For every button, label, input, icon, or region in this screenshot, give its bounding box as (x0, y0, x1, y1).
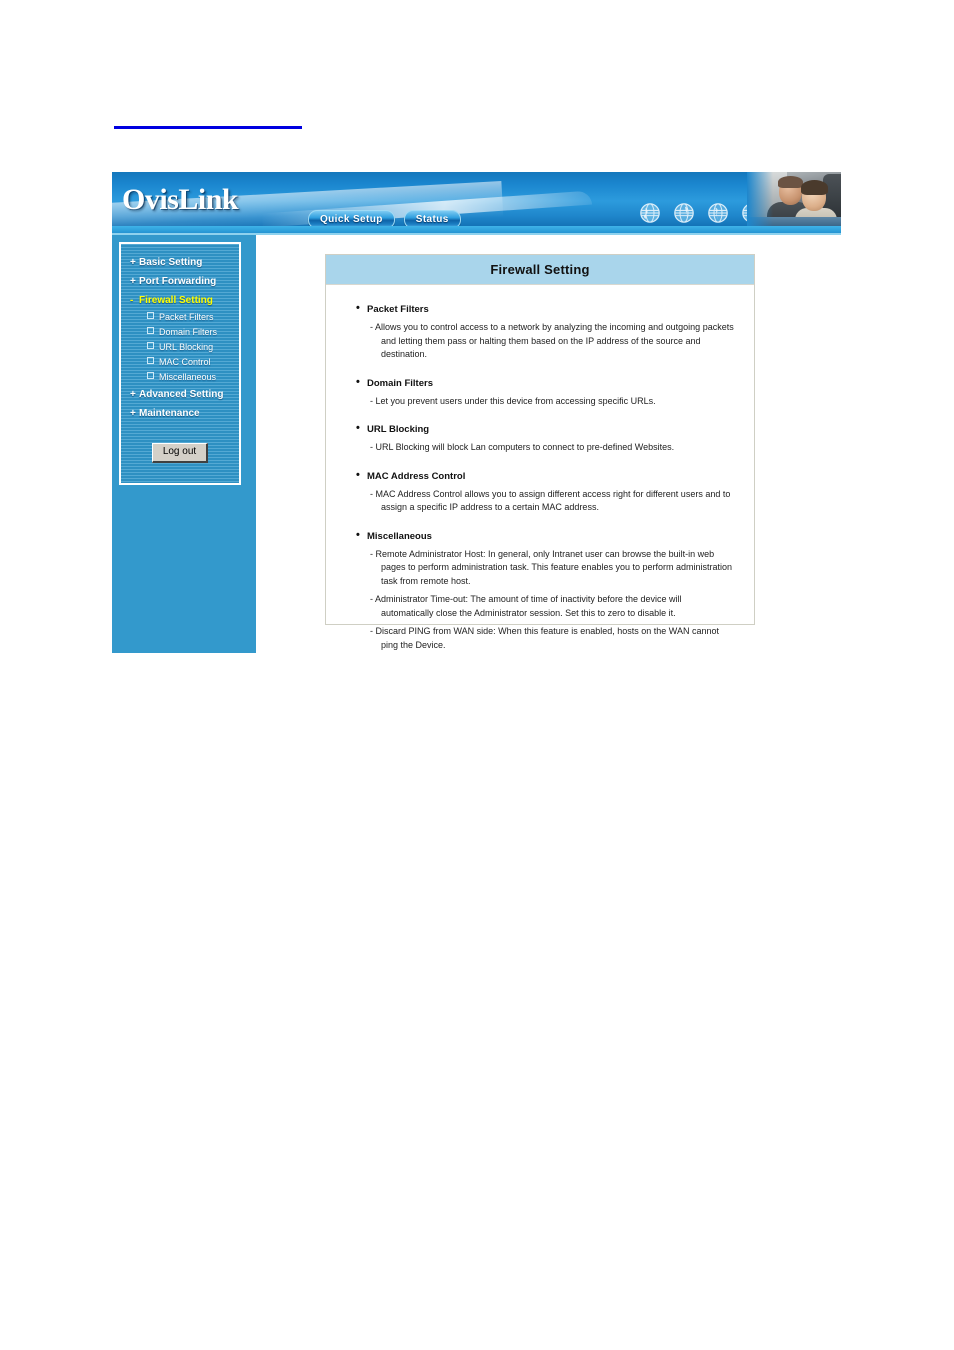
brand-logo: OvisLink (122, 183, 239, 216)
sidebar-subitem-mac-control[interactable]: MAC Control (121, 355, 239, 370)
app-header: OvisLink Quick Setup Status (112, 172, 841, 235)
section-domain-filters: Domain Filters - Let you prevent users u… (356, 376, 738, 409)
section-line: - MAC Address Control allows you to assi… (370, 488, 731, 513)
photo-boy-hair (801, 180, 828, 195)
logout-button-wrap: Log out (121, 441, 239, 463)
photo-edge-fade (747, 172, 773, 230)
section-line: - Let you prevent users under this devic… (370, 395, 656, 406)
expand-plus-icon: + (130, 408, 136, 419)
router-admin-screenshot: OvisLink Quick Setup Status + Basic Sett… (112, 172, 841, 653)
section-mac-address-control: MAC Address Control - MAC Address Contro… (356, 469, 738, 515)
sidebar-subitem-label: Packet Filters (159, 312, 214, 322)
section-miscellaneous: Miscellaneous - Remote Administrator Hos… (356, 529, 738, 653)
square-bullet-icon (147, 357, 154, 364)
sidebar-item-advanced-setting[interactable]: + Advanced Setting (121, 385, 239, 404)
sidebar-item-label: Advanced Setting (139, 389, 224, 400)
photo-man-hair (778, 176, 803, 188)
globe-icon (708, 203, 728, 223)
sidebar-item-label: Maintenance (139, 408, 200, 419)
logout-button[interactable]: Log out (151, 443, 209, 463)
sidebar-subitem-label: Miscellaneous (159, 372, 217, 382)
section-heading: Miscellaneous (356, 529, 738, 543)
section-heading: Domain Filters (356, 376, 738, 390)
section-packet-filters: Packet Filters - Allows you to control a… (356, 302, 738, 362)
square-bullet-icon (147, 312, 154, 319)
expand-plus-icon: + (130, 276, 136, 287)
sidebar-nav-box: + Basic Setting + Port Forwarding - Firewal… (119, 242, 241, 485)
sidebar-subitem-miscellaneous[interactable]: Miscellaneous (121, 370, 239, 385)
content-panel: Firewall Setting Packet Filters - Allows… (325, 254, 755, 650)
sidebar-subitem-label: MAC Control (159, 357, 211, 367)
globe-icon (640, 203, 660, 223)
section-line: - Discard PING from WAN side: When this … (370, 626, 719, 650)
header-globe-icons (639, 202, 763, 224)
globe-icon (674, 203, 694, 223)
section-line: - Remote Administrator Host: In general,… (370, 548, 733, 586)
sidebar-item-port-forwarding[interactable]: + Port Forwarding (121, 272, 239, 291)
section-heading: URL Blocking (356, 422, 738, 436)
expand-plus-icon: + (130, 389, 136, 400)
section-heading: MAC Address Control (356, 469, 738, 483)
square-bullet-icon (147, 372, 154, 379)
section-heading: Packet Filters (356, 302, 738, 316)
sidebar: + Basic Setting + Port Forwarding - Firewal… (112, 235, 256, 653)
page-title: Firewall Setting (326, 255, 754, 285)
sidebar-item-basic-setting[interactable]: + Basic Setting (121, 253, 239, 272)
sidebar-subitem-domain-filters[interactable]: Domain Filters (121, 325, 239, 340)
expand-plus-icon: + (130, 257, 136, 268)
sidebar-subitem-packet-filters[interactable]: Packet Filters (121, 310, 239, 325)
section-line: - URL Blocking will block Lan computers … (370, 442, 675, 452)
empty-hyperlink-rule[interactable] (114, 126, 302, 129)
sidebar-subitem-label: Domain Filters (159, 327, 218, 337)
sidebar-item-label: Firewall Setting (139, 295, 213, 306)
sidebar-item-label: Basic Setting (139, 257, 203, 268)
panel-body: Packet Filters - Allows you to control a… (326, 285, 754, 662)
collapse-minus-icon: - (130, 295, 134, 306)
header-photo (747, 172, 841, 230)
sidebar-subitem-url-blocking[interactable]: URL Blocking (121, 340, 239, 355)
section-line: - Allows you to control access to a netw… (370, 322, 734, 359)
square-bullet-icon (147, 342, 154, 349)
sidebar-item-firewall-setting[interactable]: - Firewall Setting (121, 291, 239, 310)
sidebar-item-maintenance[interactable]: + Maintenance (121, 404, 239, 423)
square-bullet-icon (147, 327, 154, 334)
section-line: - Administrator Time-out: The amount of … (370, 594, 682, 618)
section-url-blocking: URL Blocking - URL Blocking will block L… (356, 422, 738, 455)
sidebar-item-label: Port Forwarding (139, 276, 217, 287)
sidebar-subitem-label: URL Blocking (159, 342, 214, 352)
app-body: + Basic Setting + Port Forwarding - Firewal… (112, 235, 841, 653)
